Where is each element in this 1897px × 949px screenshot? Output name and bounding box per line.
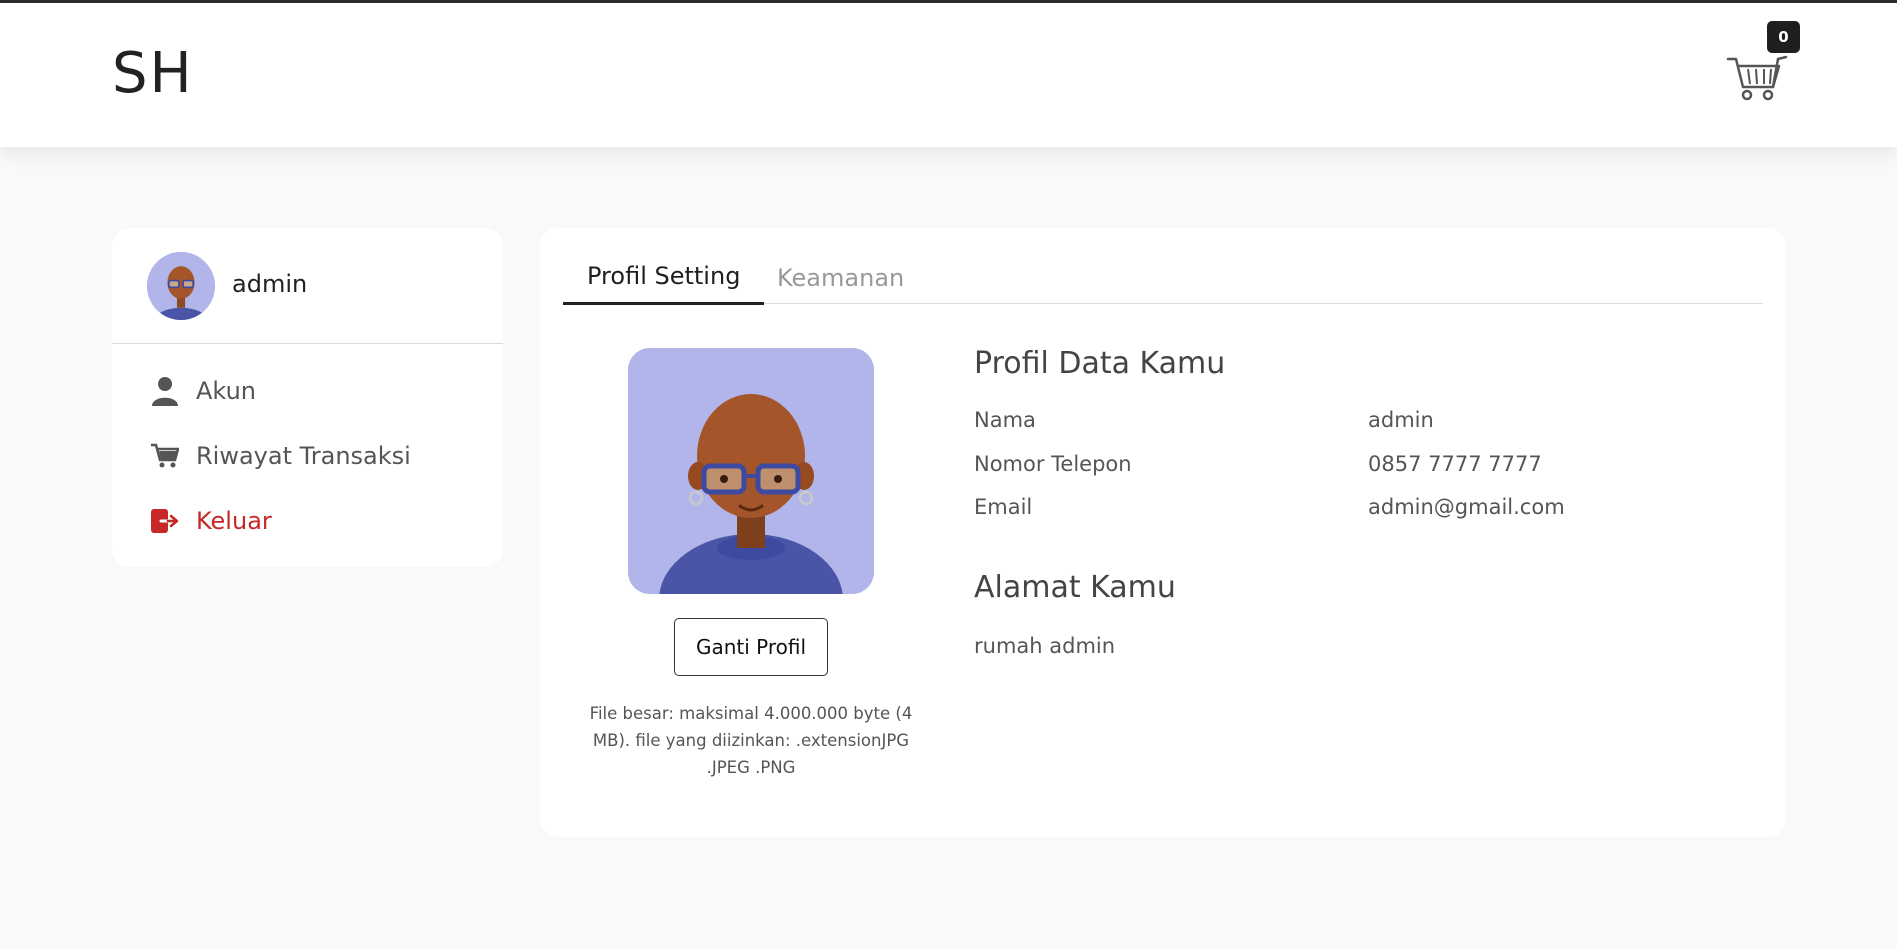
address-value: rumah admin: [974, 634, 1116, 658]
field-value-nama: admin: [1368, 408, 1434, 432]
field-label-telepon: Nomor Telepon: [974, 452, 1132, 476]
avatar-illustration: [628, 348, 874, 594]
sidebar-user: admin: [112, 228, 503, 344]
sidebar-item-label: Akun: [196, 376, 256, 405]
address-title: Alamat Kamu: [974, 570, 1176, 605]
sidebar-item-riwayat-transaksi[interactable]: Riwayat Transaksi: [112, 423, 503, 488]
field-label-email: Email: [974, 495, 1033, 519]
cart-icon: [1726, 55, 1788, 101]
cart-button[interactable]: 0: [1722, 19, 1802, 109]
user-avatar: [147, 252, 215, 320]
sidebar-item-label: Keluar: [196, 506, 272, 535]
sidebar-menu: Akun Riwayat Transaksi Keluar: [112, 344, 503, 553]
navbar: SH 0: [0, 3, 1897, 147]
tab-keamanan[interactable]: Keamanan: [753, 260, 928, 306]
tab-bar: Profil Setting Keamanan: [563, 258, 1763, 306]
cart-icon: [150, 441, 180, 471]
cart-count-badge: 0: [1767, 21, 1800, 53]
tab-profil-setting[interactable]: Profil Setting: [563, 258, 765, 305]
sidebar-item-akun[interactable]: Akun: [112, 358, 503, 423]
sidebar-item-label: Riwayat Transaksi: [196, 441, 411, 470]
sidebar-item-keluar[interactable]: Keluar: [112, 488, 503, 553]
change-profile-button[interactable]: Ganti Profil: [674, 618, 828, 676]
user-icon: [150, 376, 180, 406]
profile-picture: [628, 348, 874, 594]
avatar-illustration: [147, 252, 215, 320]
file-size-note: File besar: maksimal 4.000.000 byte (4 M…: [589, 704, 913, 777]
profile-card: Profil Setting Keamanan Ganti Profil Fil…: [540, 228, 1786, 837]
logout-icon: [150, 506, 180, 536]
field-value-email: admin@gmail.com: [1368, 495, 1565, 519]
sidebar-username: admin: [232, 270, 308, 298]
brand-logo[interactable]: SH: [112, 41, 194, 106]
field-value-telepon: 0857 7777 7777: [1368, 452, 1542, 476]
sidebar: admin Akun Riwayat Transaksi Keluar: [112, 228, 503, 567]
profile-data-title: Profil Data Kamu: [974, 346, 1226, 381]
field-label-nama: Nama: [974, 408, 1036, 432]
